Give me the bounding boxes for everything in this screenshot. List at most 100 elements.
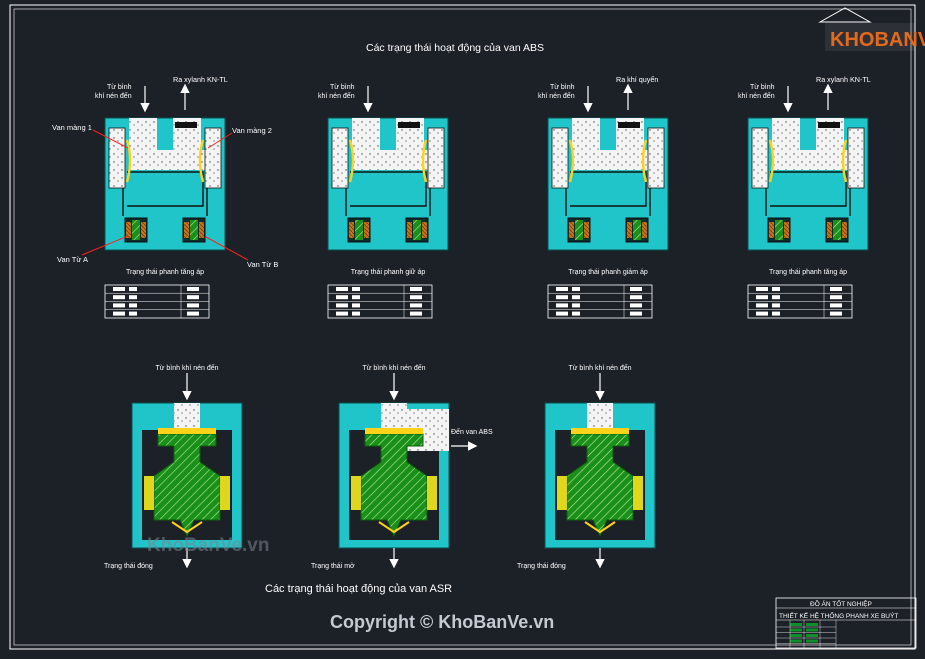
drawing-canvas: KHOBANVE Các trạng thái hoạt động của va…	[0, 0, 925, 654]
copyright-text: Copyright © KhoBanVe.vn	[330, 612, 554, 632]
table-mark	[129, 287, 137, 291]
inlet-label-line1: Từ bình	[330, 84, 355, 91]
tb-mark	[806, 634, 818, 637]
asr-seal-right	[427, 476, 437, 510]
table-mark	[572, 295, 580, 300]
table-mark	[352, 287, 360, 291]
table-mark	[187, 303, 199, 308]
coil	[627, 222, 632, 238]
table-mark	[187, 287, 199, 291]
right-chamber	[647, 127, 665, 189]
middle-chamber	[129, 150, 205, 170]
asr-seal-left	[351, 476, 361, 510]
abs-valve-diagrams: Từ bìnhkhí nén đếnRa xylanh KN-TLTrạng t…	[95, 75, 871, 319]
table-mark	[772, 295, 780, 300]
outlet-seat	[398, 122, 420, 128]
table-mark	[336, 287, 348, 291]
table-mark	[556, 303, 568, 308]
inlet-label-line2: khí nén đến	[538, 91, 575, 100]
inlet-label-line2: khí nén đến	[95, 91, 132, 100]
abs-section-title: Các trạng thái hoạt động của van ABS	[366, 42, 544, 54]
armature	[775, 220, 783, 240]
asr-seal-right	[220, 476, 230, 510]
state-label: Trạng thái phanh giữ áp	[351, 269, 426, 276]
table-mark	[410, 303, 422, 308]
asr-inlet-label: Từ bình khí nén đến	[155, 363, 218, 372]
state-label: Trạng thái phanh tăng áp	[769, 269, 847, 276]
abs-diagram-2: Từ bìnhkhí nén đến Trạng thái phanh giữ á…	[318, 84, 449, 319]
coil	[842, 222, 847, 238]
right-chamber	[427, 127, 445, 189]
asr-diagram-3: Từ bình khí nén đến Trạng thái đóng	[517, 363, 656, 570]
table-mark	[113, 303, 125, 308]
tb-mark	[806, 623, 818, 626]
table-mark	[336, 303, 348, 308]
tb-mark	[806, 628, 818, 632]
callout-van-mang-2: Van màng 2	[232, 126, 272, 135]
asr-inlet-chamber	[587, 403, 613, 431]
table-mark	[410, 311, 422, 316]
coil	[784, 222, 789, 238]
inlet-label-line1: Từ bình	[550, 84, 575, 91]
middle-chamber	[572, 150, 648, 170]
inlet-label-line2: khí nén đến	[318, 91, 355, 100]
asr-inlet-chamber	[174, 403, 200, 431]
table-mark	[630, 311, 642, 316]
middle-chamber	[772, 150, 848, 170]
armature	[413, 220, 421, 240]
left-chamber	[551, 127, 569, 189]
armature	[575, 220, 583, 240]
table-mark	[352, 295, 360, 300]
callout-van-mang-1: Van màng 1	[52, 123, 92, 132]
table-mark	[630, 303, 642, 308]
titleblock-line1: ĐỒ ÁN TỐT NGHIỆP	[810, 598, 872, 608]
table-mark	[772, 287, 780, 291]
table-mark	[572, 311, 580, 316]
table-mark	[556, 295, 568, 300]
table-mark	[129, 295, 137, 300]
watermark-text: KhoBanVe.vn	[147, 535, 269, 556]
table-mark	[772, 303, 780, 308]
outlet-label: Ra xylanh KN-TL	[816, 75, 871, 84]
middle-chamber	[352, 150, 428, 170]
coil	[769, 222, 774, 238]
asr-diaphragm	[571, 428, 629, 434]
outlet-seat	[618, 122, 640, 128]
left-chamber	[751, 127, 769, 189]
armature	[633, 220, 641, 240]
asr-inlet-chamber	[381, 403, 407, 431]
outlet-label: Ra khí quyển	[616, 75, 658, 84]
table-mark	[187, 295, 199, 300]
callout-van-tu-a: Van Từ A	[57, 255, 88, 264]
coil	[827, 222, 832, 238]
titleblock-line2: THIẾT KẾ HỆ THỐNG PHANH XE BUÝT	[779, 610, 898, 620]
coil	[642, 222, 647, 238]
inlet-label-line2: khí nén đến	[738, 91, 775, 100]
asr-state-label: Trạng thái mở	[311, 562, 355, 570]
outlet-label: Ra xylanh KN-TL	[173, 75, 228, 84]
inlet-label-line1: Từ bình	[750, 84, 775, 91]
khobanve-logo: KHOBANVE	[818, 7, 925, 51]
table-mark	[113, 295, 125, 300]
coil	[349, 222, 354, 238]
state-label: Trạng thái phanh tăng áp	[126, 269, 204, 276]
asr-section-title: Các trạng thái hoạt động của van ASR	[265, 583, 452, 595]
abs-diagram-3: Từ bìnhkhí nén đến Ra khí quyển Trạng thái…	[538, 75, 669, 319]
table-mark	[630, 287, 642, 291]
armature	[833, 220, 841, 240]
inlet-label-line1: Từ bình	[107, 84, 132, 91]
asr-diagram-2: Từ bình khí nén đến Đến van ABS Trạng thái…	[311, 363, 493, 570]
coil	[407, 222, 412, 238]
table-mark	[410, 287, 422, 291]
table-mark	[410, 295, 422, 300]
tb-mark	[790, 623, 802, 626]
table-mark	[756, 311, 768, 316]
table-mark	[187, 311, 199, 316]
table-mark	[772, 311, 780, 316]
left-chamber	[108, 127, 126, 189]
coil	[141, 222, 146, 238]
coil	[126, 222, 131, 238]
title-block: ĐỒ ÁN TỐT NGHIỆP THIẾT KẾ HỆ THỐNG PHANH…	[775, 597, 917, 649]
table-mark	[830, 287, 842, 291]
tb-mark	[790, 634, 802, 637]
